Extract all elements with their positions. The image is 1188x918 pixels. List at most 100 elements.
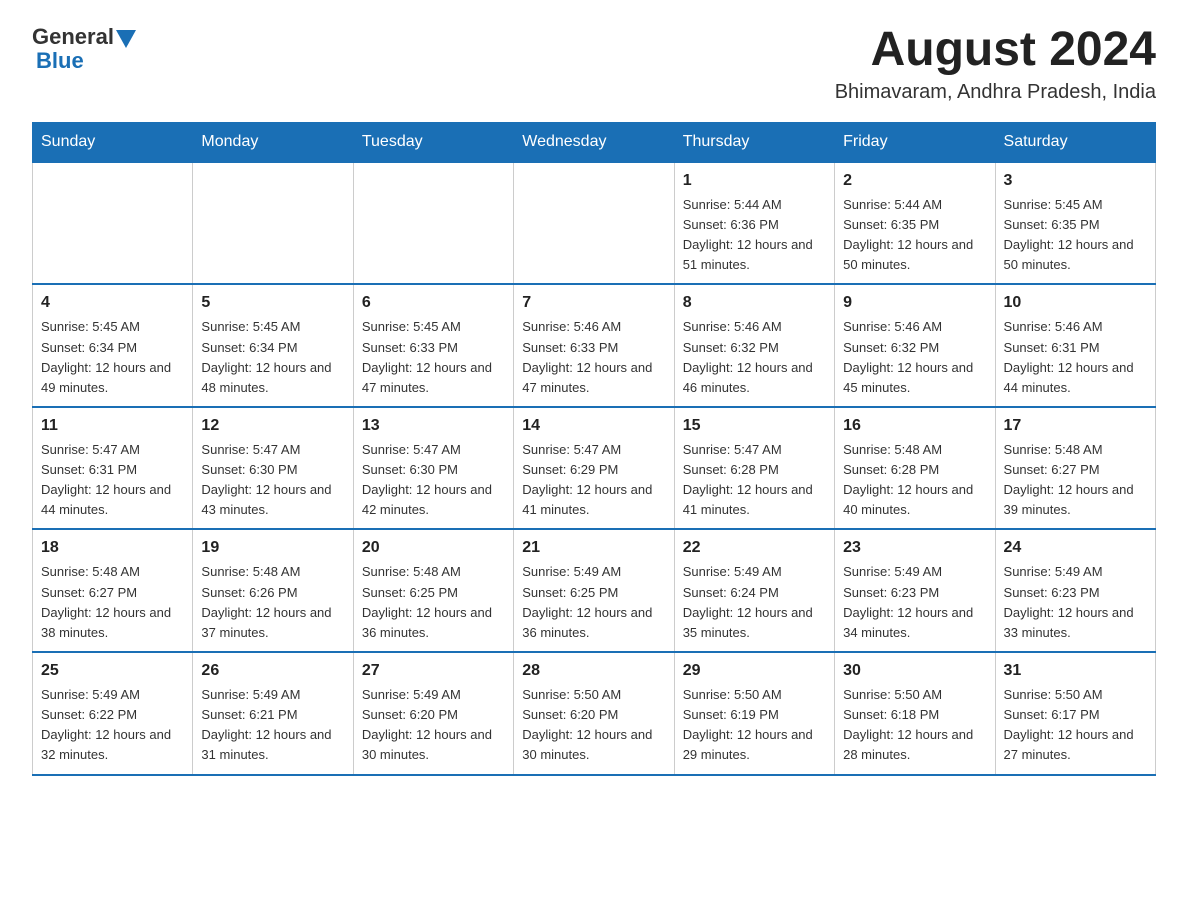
calendar-cell: 27Sunrise: 5:49 AMSunset: 6:20 PMDayligh… — [353, 652, 513, 775]
logo-text-general: General — [32, 24, 114, 50]
calendar-cell: 18Sunrise: 5:48 AMSunset: 6:27 PMDayligh… — [33, 529, 193, 652]
day-number: 12 — [201, 414, 344, 438]
calendar-cell: 23Sunrise: 5:49 AMSunset: 6:23 PMDayligh… — [835, 529, 995, 652]
calendar-cell: 28Sunrise: 5:50 AMSunset: 6:20 PMDayligh… — [514, 652, 674, 775]
day-info: Sunrise: 5:46 AMSunset: 6:33 PMDaylight:… — [522, 317, 665, 398]
col-header-friday: Friday — [835, 122, 995, 162]
day-number: 21 — [522, 536, 665, 560]
day-info: Sunrise: 5:49 AMSunset: 6:21 PMDaylight:… — [201, 685, 344, 766]
logo: General Blue — [32, 24, 136, 74]
day-info: Sunrise: 5:48 AMSunset: 6:27 PMDaylight:… — [41, 562, 184, 643]
day-info: Sunrise: 5:50 AMSunset: 6:17 PMDaylight:… — [1004, 685, 1147, 766]
calendar-cell — [353, 162, 513, 285]
calendar-cell: 24Sunrise: 5:49 AMSunset: 6:23 PMDayligh… — [995, 529, 1155, 652]
day-number: 16 — [843, 414, 986, 438]
calendar-cell: 21Sunrise: 5:49 AMSunset: 6:25 PMDayligh… — [514, 529, 674, 652]
day-info: Sunrise: 5:49 AMSunset: 6:20 PMDaylight:… — [362, 685, 505, 766]
day-info: Sunrise: 5:46 AMSunset: 6:32 PMDaylight:… — [843, 317, 986, 398]
day-info: Sunrise: 5:46 AMSunset: 6:32 PMDaylight:… — [683, 317, 826, 398]
day-info: Sunrise: 5:47 AMSunset: 6:31 PMDaylight:… — [41, 440, 184, 521]
month-year-title: August 2024 — [835, 24, 1156, 77]
day-info: Sunrise: 5:50 AMSunset: 6:20 PMDaylight:… — [522, 685, 665, 766]
calendar-cell: 12Sunrise: 5:47 AMSunset: 6:30 PMDayligh… — [193, 407, 353, 530]
calendar-cell: 20Sunrise: 5:48 AMSunset: 6:25 PMDayligh… — [353, 529, 513, 652]
logo-triangle-icon — [116, 30, 136, 48]
day-info: Sunrise: 5:49 AMSunset: 6:25 PMDaylight:… — [522, 562, 665, 643]
calendar-cell: 15Sunrise: 5:47 AMSunset: 6:28 PMDayligh… — [674, 407, 834, 530]
col-header-monday: Monday — [193, 122, 353, 162]
day-number: 18 — [41, 536, 184, 560]
day-info: Sunrise: 5:48 AMSunset: 6:28 PMDaylight:… — [843, 440, 986, 521]
col-header-sunday: Sunday — [33, 122, 193, 162]
col-header-saturday: Saturday — [995, 122, 1155, 162]
day-info: Sunrise: 5:47 AMSunset: 6:28 PMDaylight:… — [683, 440, 826, 521]
col-header-tuesday: Tuesday — [353, 122, 513, 162]
calendar-cell: 2Sunrise: 5:44 AMSunset: 6:35 PMDaylight… — [835, 162, 995, 285]
header-row: SundayMondayTuesdayWednesdayThursdayFrid… — [33, 122, 1156, 162]
day-number: 10 — [1004, 291, 1147, 315]
calendar-cell: 4Sunrise: 5:45 AMSunset: 6:34 PMDaylight… — [33, 284, 193, 407]
week-row-1: 1Sunrise: 5:44 AMSunset: 6:36 PMDaylight… — [33, 162, 1156, 285]
calendar-cell: 5Sunrise: 5:45 AMSunset: 6:34 PMDaylight… — [193, 284, 353, 407]
calendar-cell: 8Sunrise: 5:46 AMSunset: 6:32 PMDaylight… — [674, 284, 834, 407]
calendar-cell: 31Sunrise: 5:50 AMSunset: 6:17 PMDayligh… — [995, 652, 1155, 775]
calendar-cell — [33, 162, 193, 285]
calendar-cell: 9Sunrise: 5:46 AMSunset: 6:32 PMDaylight… — [835, 284, 995, 407]
day-info: Sunrise: 5:47 AMSunset: 6:29 PMDaylight:… — [522, 440, 665, 521]
day-number: 5 — [201, 291, 344, 315]
day-number: 6 — [362, 291, 505, 315]
day-number: 31 — [1004, 659, 1147, 683]
day-info: Sunrise: 5:45 AMSunset: 6:34 PMDaylight:… — [201, 317, 344, 398]
calendar-cell: 16Sunrise: 5:48 AMSunset: 6:28 PMDayligh… — [835, 407, 995, 530]
day-number: 3 — [1004, 169, 1147, 193]
week-row-5: 25Sunrise: 5:49 AMSunset: 6:22 PMDayligh… — [33, 652, 1156, 775]
calendar-cell: 29Sunrise: 5:50 AMSunset: 6:19 PMDayligh… — [674, 652, 834, 775]
day-number: 2 — [843, 169, 986, 193]
calendar-cell: 3Sunrise: 5:45 AMSunset: 6:35 PMDaylight… — [995, 162, 1155, 285]
day-info: Sunrise: 5:48 AMSunset: 6:26 PMDaylight:… — [201, 562, 344, 643]
day-number: 17 — [1004, 414, 1147, 438]
day-number: 19 — [201, 536, 344, 560]
day-number: 1 — [683, 169, 826, 193]
calendar-cell: 13Sunrise: 5:47 AMSunset: 6:30 PMDayligh… — [353, 407, 513, 530]
day-info: Sunrise: 5:45 AMSunset: 6:35 PMDaylight:… — [1004, 195, 1147, 276]
day-info: Sunrise: 5:50 AMSunset: 6:18 PMDaylight:… — [843, 685, 986, 766]
calendar-cell: 14Sunrise: 5:47 AMSunset: 6:29 PMDayligh… — [514, 407, 674, 530]
day-info: Sunrise: 5:47 AMSunset: 6:30 PMDaylight:… — [362, 440, 505, 521]
day-info: Sunrise: 5:49 AMSunset: 6:22 PMDaylight:… — [41, 685, 184, 766]
day-info: Sunrise: 5:49 AMSunset: 6:23 PMDaylight:… — [843, 562, 986, 643]
day-number: 30 — [843, 659, 986, 683]
day-number: 26 — [201, 659, 344, 683]
calendar-cell: 25Sunrise: 5:49 AMSunset: 6:22 PMDayligh… — [33, 652, 193, 775]
day-number: 28 — [522, 659, 665, 683]
page-header: General Blue August 2024 Bhimavaram, And… — [32, 24, 1156, 104]
week-row-2: 4Sunrise: 5:45 AMSunset: 6:34 PMDaylight… — [33, 284, 1156, 407]
day-info: Sunrise: 5:48 AMSunset: 6:27 PMDaylight:… — [1004, 440, 1147, 521]
calendar-cell: 7Sunrise: 5:46 AMSunset: 6:33 PMDaylight… — [514, 284, 674, 407]
calendar-cell: 17Sunrise: 5:48 AMSunset: 6:27 PMDayligh… — [995, 407, 1155, 530]
day-number: 11 — [41, 414, 184, 438]
day-number: 13 — [362, 414, 505, 438]
calendar-table: SundayMondayTuesdayWednesdayThursdayFrid… — [32, 122, 1156, 776]
calendar-cell — [514, 162, 674, 285]
day-number: 7 — [522, 291, 665, 315]
calendar-cell: 10Sunrise: 5:46 AMSunset: 6:31 PMDayligh… — [995, 284, 1155, 407]
day-info: Sunrise: 5:49 AMSunset: 6:24 PMDaylight:… — [683, 562, 826, 643]
day-number: 29 — [683, 659, 826, 683]
location-subtitle: Bhimavaram, Andhra Pradesh, India — [835, 81, 1156, 104]
col-header-wednesday: Wednesday — [514, 122, 674, 162]
day-info: Sunrise: 5:47 AMSunset: 6:30 PMDaylight:… — [201, 440, 344, 521]
calendar-cell: 6Sunrise: 5:45 AMSunset: 6:33 PMDaylight… — [353, 284, 513, 407]
day-number: 9 — [843, 291, 986, 315]
day-info: Sunrise: 5:50 AMSunset: 6:19 PMDaylight:… — [683, 685, 826, 766]
day-number: 14 — [522, 414, 665, 438]
calendar-cell: 1Sunrise: 5:44 AMSunset: 6:36 PMDaylight… — [674, 162, 834, 285]
week-row-3: 11Sunrise: 5:47 AMSunset: 6:31 PMDayligh… — [33, 407, 1156, 530]
day-info: Sunrise: 5:45 AMSunset: 6:34 PMDaylight:… — [41, 317, 184, 398]
title-section: August 2024 Bhimavaram, Andhra Pradesh, … — [835, 24, 1156, 104]
day-number: 25 — [41, 659, 184, 683]
day-number: 15 — [683, 414, 826, 438]
day-number: 27 — [362, 659, 505, 683]
logo-text-blue: Blue — [36, 48, 84, 74]
day-info: Sunrise: 5:44 AMSunset: 6:36 PMDaylight:… — [683, 195, 826, 276]
